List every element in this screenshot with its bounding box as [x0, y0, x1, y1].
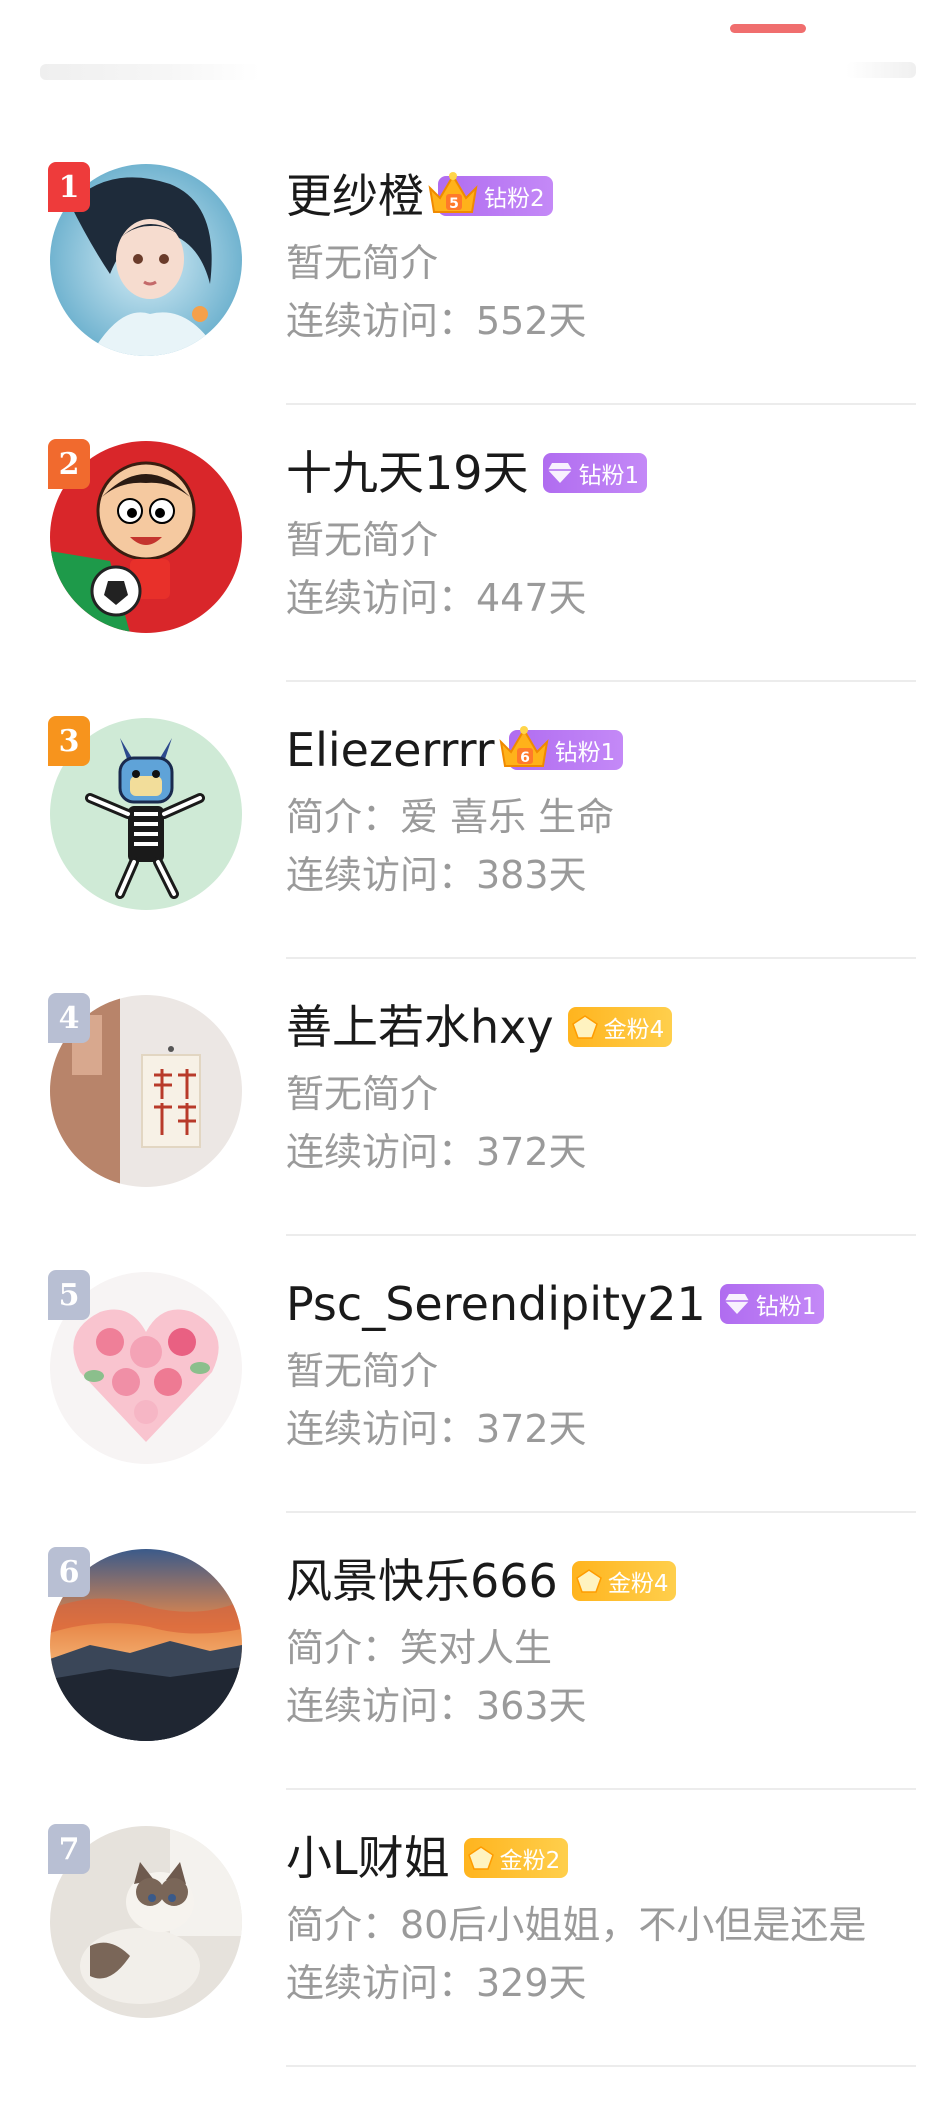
fan-level-label: 钻粉1: [755, 1294, 817, 1320]
rank-badge: 6: [48, 1547, 90, 1597]
diamond-icon: [724, 1294, 749, 1314]
consecutive-visits: 连续访问：372天: [286, 1407, 587, 1451]
user-intro: 暂无简介: [286, 241, 439, 285]
avatar[interactable]: 6: [48, 1547, 242, 1741]
user-name[interactable]: 十九天19天: [286, 441, 529, 505]
rank-badge: 1: [48, 162, 90, 212]
user-name[interactable]: 善上若水hxy: [286, 995, 554, 1059]
consecutive-visits: 连续访问：383天: [286, 853, 587, 897]
user-intro: 简介：80后小姐姐，不小但是还是: [286, 1903, 867, 1947]
fan-level-badge: 5 钻粉2: [428, 172, 553, 216]
fan-level-label: 金粉2: [499, 1848, 561, 1874]
user-intro: 简介：爱 喜乐 生命: [286, 795, 615, 839]
fan-level-badge: 6 钻粉1: [499, 726, 624, 770]
crown-icon: 5: [428, 172, 478, 213]
consecutive-visits: 连续访问：363天: [286, 1684, 587, 1728]
divider: [286, 2065, 916, 2067]
list-item[interactable]: 4 善上若水hxy 金粉4 暂无简介 连续访问：372天: [0, 959, 926, 1236]
diamond-icon: [547, 463, 572, 483]
active-tab-indicator: [730, 24, 806, 33]
avatar[interactable]: 7: [48, 1824, 242, 2018]
user-name[interactable]: Eliezerrrr: [286, 718, 495, 782]
avatar[interactable]: 3: [48, 716, 242, 910]
user-name[interactable]: 小L财姐: [286, 1826, 450, 1890]
svg-text:6: 6: [520, 750, 530, 766]
avatar[interactable]: 2: [48, 439, 242, 633]
avatar[interactable]: 1: [48, 162, 242, 356]
fan-level-label: 金粉4: [603, 1017, 665, 1043]
fan-level-label: 金粉4: [607, 1571, 669, 1597]
fan-level-badge: 金粉2: [463, 1838, 569, 1878]
rank-badge: 5: [48, 1270, 90, 1320]
list-item[interactable]: 5 Psc_Serendipity21 钻粉1 暂无简介 连续访问：372天: [0, 1236, 926, 1513]
fan-level-badge: 钻粉1: [719, 1284, 825, 1324]
user-intro: 暂无简介: [286, 1072, 439, 1116]
fan-level-label: 钻粉1: [578, 463, 640, 489]
svg-text:5: 5: [449, 196, 459, 212]
fan-level-badge: 金粉4: [571, 1561, 677, 1601]
rank-badge: 4: [48, 993, 90, 1043]
list-item[interactable]: 1 更纱橙 5 钻粉2 暂无简介 连续访问：552天: [0, 128, 926, 405]
gold-gem-icon: [467, 1846, 494, 1870]
rank-badge: 7: [48, 1824, 90, 1874]
user-info: 风景快乐666 金粉4 简介：笑对人生 连续访问：363天: [286, 1549, 926, 1735]
user-info: 更纱橙 5 钻粉2 暂无简介 连续访问：552天: [286, 164, 926, 350]
user-intro: 暂无简介: [286, 518, 439, 562]
gold-gem-icon: [575, 1569, 602, 1593]
consecutive-visits: 连续访问：447天: [286, 576, 587, 620]
top-tab-bar: [0, 0, 926, 100]
user-name[interactable]: 风景快乐666: [286, 1549, 558, 1613]
fan-level-label: 钻粉2: [484, 186, 545, 212]
user-info: 善上若水hxy 金粉4 暂无简介 连续访问：372天: [286, 995, 926, 1181]
fan-level-badge: 钻粉1: [542, 453, 648, 493]
avatar[interactable]: 4: [48, 993, 242, 1187]
tab-label-faded-right[interactable]: [846, 62, 916, 78]
rank-badge: 3: [48, 716, 90, 766]
tab-label-faded-left[interactable]: [40, 64, 260, 80]
avatar[interactable]: 5: [48, 1270, 242, 1464]
user-name[interactable]: 更纱橙: [286, 164, 424, 228]
list-item[interactable]: 2 十九天19天 钻粉1 暂无简介 连续访问：447天: [0, 405, 926, 682]
fan-level-badge: 金粉4: [567, 1007, 673, 1047]
consecutive-visits: 连续访问：329天: [286, 1961, 587, 2005]
user-name[interactable]: Psc_Serendipity21: [286, 1272, 706, 1336]
user-intro: 简介：笑对人生: [286, 1626, 553, 1670]
list-item[interactable]: 7 小L财姐 金粉2 简介：80后小姐姐，不小但是还是 连续访问：329天: [0, 1790, 926, 2067]
fan-ranking-list: 1 更纱橙 5 钻粉2 暂无简介 连续访问：552天 2 十九天19天 钻粉1 …: [0, 128, 926, 2067]
user-info: Psc_Serendipity21 钻粉1 暂无简介 连续访问：372天: [286, 1272, 926, 1458]
list-item[interactable]: 3 Eliezerrrr 6 钻粉1 简介：爱 喜乐 生命 连续访问：383天: [0, 682, 926, 959]
list-item[interactable]: 6 风景快乐666 金粉4 简介：笑对人生 连续访问：363天: [0, 1513, 926, 1790]
user-info: 十九天19天 钻粉1 暂无简介 连续访问：447天: [286, 441, 926, 627]
consecutive-visits: 连续访问：372天: [286, 1130, 587, 1174]
fan-level-label: 钻粉1: [554, 740, 616, 766]
consecutive-visits: 连续访问：552天: [286, 299, 587, 343]
user-info: Eliezerrrr 6 钻粉1 简介：爱 喜乐 生命 连续访问：383天: [286, 718, 926, 904]
user-intro: 暂无简介: [286, 1349, 439, 1393]
crown-icon: 6: [499, 726, 549, 767]
user-info: 小L财姐 金粉2 简介：80后小姐姐，不小但是还是 连续访问：329天: [286, 1826, 926, 2012]
gold-gem-icon: [571, 1015, 598, 1039]
rank-badge: 2: [48, 439, 90, 489]
